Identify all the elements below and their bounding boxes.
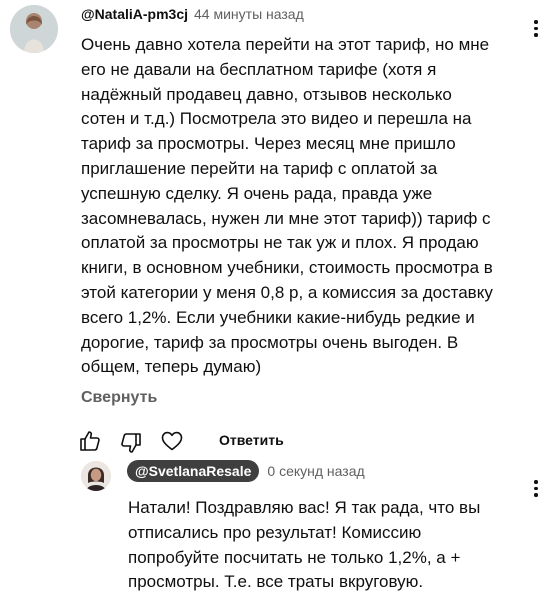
comment-line: засомневалась, нужен ли мне этот тариф))…	[81, 208, 491, 228]
reply-author-badge[interactable]: @SvetlanaResale	[127, 460, 260, 482]
comment-line: этой категории у меня 0,8 р, а комиссия …	[81, 282, 493, 302]
reply-line: просмотры. Т.е. все траты вкруговую.	[128, 572, 424, 592]
comment-line: тариф за просмотры. Через месяц мне приш…	[81, 134, 456, 154]
comment-line: общем, теперь думаю)	[81, 357, 262, 377]
dislike-button[interactable]	[119, 431, 143, 455]
like-button[interactable]	[78, 429, 102, 453]
heart-button[interactable]	[160, 429, 184, 453]
reply-body: Натали! Поздравляю вас! Я так рада, что …	[128, 496, 536, 595]
comment-line: всего 1,2%. Если учебники какие-нибудь р…	[81, 307, 475, 327]
comment-line: дорогие, тариф за просмотры очень выгоде…	[81, 332, 459, 352]
reply-button[interactable]: Ответить	[219, 432, 284, 448]
collapse-link[interactable]: Свернуть	[81, 389, 157, 407]
thumbs-up-icon	[80, 431, 100, 451]
comment-line: сотен и т.д.) Посмотрела это видео и пер…	[81, 109, 472, 129]
comment-line: приглашение перейти на тариф с оплатой з…	[81, 158, 438, 178]
comment-line: Очень давно хотела перейти на этот тариф…	[81, 35, 490, 54]
reply-line: Натали! Поздравляю вас! Я так рада, что …	[128, 498, 481, 517]
comment-line: книги, в основном учебники, стоимость пр…	[81, 258, 493, 278]
heart-icon	[161, 431, 183, 451]
reply-more-button[interactable]	[534, 480, 538, 497]
reply-timestamp[interactable]: 0 секунд назад	[267, 463, 364, 479]
reply-avatar[interactable]	[81, 461, 111, 491]
more-vert-icon	[534, 20, 538, 24]
thumbs-down-icon	[121, 433, 141, 453]
reply-line: попробуйте посчитать не только 1,2%, а +	[128, 547, 461, 567]
comment-line: оплатой за просмотры не так уж и плох. Я…	[81, 233, 479, 253]
comment-line: надёжный продавец давно, отзывов несколь…	[81, 84, 452, 104]
comment-author[interactable]: @NataliA-pm3cj	[81, 6, 188, 22]
comment-line: его не давали на бесплатном тарифе (хотя…	[81, 59, 437, 79]
more-vert-icon	[534, 480, 538, 484]
commenter-avatar[interactable]	[10, 5, 58, 53]
reply-line: отписались про результат! Комиссию	[128, 522, 422, 542]
comment-line: успешную сделку. Я очень рада, правда уж…	[81, 183, 433, 203]
comment-body: Очень давно хотела перейти на этот тариф…	[81, 33, 536, 380]
comment-timestamp[interactable]: 44 минуты назад	[194, 6, 304, 22]
